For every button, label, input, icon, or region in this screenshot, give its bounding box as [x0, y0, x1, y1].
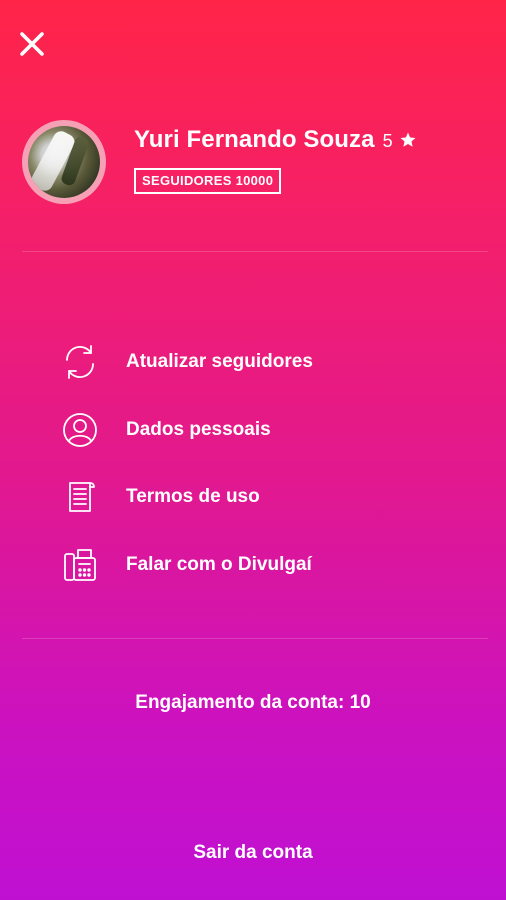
profile-rating: 5	[382, 131, 393, 151]
profile-section: Yuri Fernando Souza 5 SEGUIDORES 10000	[22, 120, 486, 210]
avatar-photo	[28, 126, 100, 198]
menu-item-label: Dados pessoais	[126, 418, 271, 440]
close-icon	[20, 32, 44, 56]
menu-item-terms[interactable]: Termos de uso	[60, 477, 486, 517]
menu-item-contact[interactable]: Falar com o Divulgaí	[60, 545, 486, 585]
logout-button[interactable]: Sair da conta	[0, 842, 506, 864]
phone-fax-icon	[60, 545, 100, 585]
menu-item-label: Termos de uso	[126, 486, 260, 507]
menu-list: Atualizar seguidores Dados pessoais Term…	[60, 342, 486, 612]
refresh-icon	[60, 342, 100, 382]
avatar[interactable]	[22, 120, 106, 204]
menu-item-label: Falar com o Divulgaí	[126, 553, 312, 575]
side-menu-screen: Yuri Fernando Souza 5 SEGUIDORES 10000 A…	[0, 0, 506, 900]
profile-name: Yuri Fernando Souza	[134, 126, 375, 153]
document-icon	[60, 477, 100, 517]
menu-item-refresh-followers[interactable]: Atualizar seguidores	[60, 342, 486, 382]
engagement-text: Engajamento da conta: 10	[135, 692, 371, 713]
profile-name-row: Yuri Fernando Souza 5	[134, 126, 417, 154]
user-circle-icon	[60, 410, 100, 450]
divider-bottom	[22, 638, 488, 639]
divider-top	[22, 251, 488, 252]
close-button[interactable]	[14, 26, 50, 62]
star-icon	[400, 132, 416, 147]
menu-item-label: Atualizar seguidores	[126, 351, 313, 372]
menu-item-personal-data[interactable]: Dados pessoais	[60, 410, 486, 450]
followers-badge: SEGUIDORES 10000	[134, 168, 282, 194]
